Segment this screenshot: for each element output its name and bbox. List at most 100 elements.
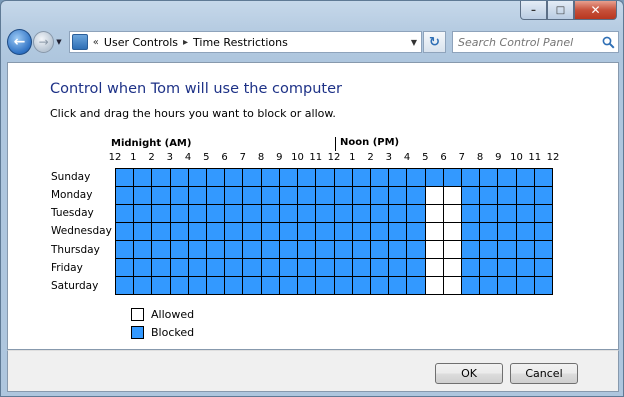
hour-cell[interactable] [425,277,443,294]
hour-cell[interactable] [225,241,243,258]
hour-cell[interactable] [298,259,316,276]
address-bar[interactable]: « User Controls ▸ Time Restrictions ▼ [68,31,422,53]
hour-cell[interactable] [188,259,207,276]
hour-cell[interactable] [443,169,461,186]
hour-cell[interactable] [116,169,134,186]
hour-cell[interactable] [261,259,279,276]
hour-cell[interactable] [316,169,334,186]
hour-cell[interactable] [516,223,534,240]
hour-cell[interactable] [352,223,370,240]
hour-cell[interactable] [170,241,188,258]
hour-cell[interactable] [225,205,243,222]
hour-cell[interactable] [498,223,516,240]
hour-cell[interactable] [334,223,352,240]
hour-cell[interactable] [407,277,425,294]
hour-cell[interactable] [370,277,389,294]
recent-pages-dropdown[interactable]: ▼ [56,38,66,46]
hour-cell[interactable] [498,205,516,222]
hour-cell[interactable] [116,259,134,276]
search-icon[interactable] [598,32,618,52]
hour-cell[interactable] [279,259,298,276]
hour-cell[interactable] [116,277,134,294]
hour-cell[interactable] [188,169,207,186]
hour-cell[interactable] [188,187,207,204]
hour-cell[interactable] [207,223,225,240]
hour-cell[interactable] [170,187,188,204]
hour-cell[interactable] [407,241,425,258]
hour-cell[interactable] [152,259,170,276]
hour-cell[interactable] [298,223,316,240]
hour-cell[interactable] [425,241,443,258]
hour-cell[interactable] [480,169,498,186]
hour-cell[interactable] [279,187,298,204]
hour-cell[interactable] [279,223,298,240]
hour-cell[interactable] [443,277,461,294]
hour-cell[interactable] [188,223,207,240]
hour-cell[interactable] [334,277,352,294]
hour-cell[interactable] [152,205,170,222]
hour-cell[interactable] [407,169,425,186]
breadcrumb-overflow[interactable]: « [93,37,99,48]
hour-cell[interactable] [498,259,516,276]
hour-cell[interactable] [407,259,425,276]
hour-cell[interactable] [134,205,152,222]
hour-cell[interactable] [261,223,279,240]
hour-cell[interactable] [134,277,152,294]
hour-cell[interactable] [298,241,316,258]
hour-cell[interactable] [207,277,225,294]
hour-cell[interactable] [534,277,552,294]
hour-cell[interactable] [134,259,152,276]
hour-cell[interactable] [316,205,334,222]
hour-cell[interactable] [498,187,516,204]
hour-cell[interactable] [389,259,407,276]
back-button[interactable]: ← [7,29,33,55]
hour-cell[interactable] [443,259,461,276]
hour-cell[interactable] [207,259,225,276]
hour-cell[interactable] [516,205,534,222]
hour-cell[interactable] [243,187,261,204]
hour-cell[interactable] [389,223,407,240]
hour-cell[interactable] [443,241,461,258]
hour-cell[interactable] [461,169,480,186]
hour-cell[interactable] [425,259,443,276]
hour-cell[interactable] [370,205,389,222]
hour-cell[interactable] [298,187,316,204]
hour-cell[interactable] [480,187,498,204]
hour-cell[interactable] [261,241,279,258]
hour-cell[interactable] [534,259,552,276]
hour-cell[interactable] [134,169,152,186]
hour-cell[interactable] [461,259,480,276]
forward-button[interactable]: → [33,31,55,53]
maximize-button[interactable]: □ [547,1,574,20]
hour-cell[interactable] [461,241,480,258]
hour-cell[interactable] [352,259,370,276]
minimize-button[interactable]: – [520,1,547,20]
hour-cell[interactable] [261,187,279,204]
hour-cell[interactable] [498,241,516,258]
hour-cell[interactable] [243,259,261,276]
hour-cell[interactable] [225,169,243,186]
hour-cell[interactable] [425,205,443,222]
hour-cell[interactable] [389,205,407,222]
hour-cell[interactable] [225,259,243,276]
hour-cell[interactable] [298,277,316,294]
hour-cell[interactable] [516,187,534,204]
hour-cell[interactable] [243,169,261,186]
hour-cell[interactable] [334,187,352,204]
breadcrumb-time-restrictions[interactable]: Time Restrictions [193,36,288,49]
ok-button[interactable]: OK [435,363,503,384]
hour-cell[interactable] [370,259,389,276]
hour-cell[interactable] [170,205,188,222]
hour-cell[interactable] [480,223,498,240]
hour-cell[interactable] [279,277,298,294]
hour-cell[interactable] [334,259,352,276]
hour-cell[interactable] [243,205,261,222]
hour-cell[interactable] [534,223,552,240]
hour-cell[interactable] [116,241,134,258]
hour-cell[interactable] [443,223,461,240]
hour-cell[interactable] [407,205,425,222]
hour-cell[interactable] [188,241,207,258]
hour-cell[interactable] [170,259,188,276]
breadcrumb-user-controls[interactable]: User Controls [104,36,178,49]
hour-cell[interactable] [225,223,243,240]
